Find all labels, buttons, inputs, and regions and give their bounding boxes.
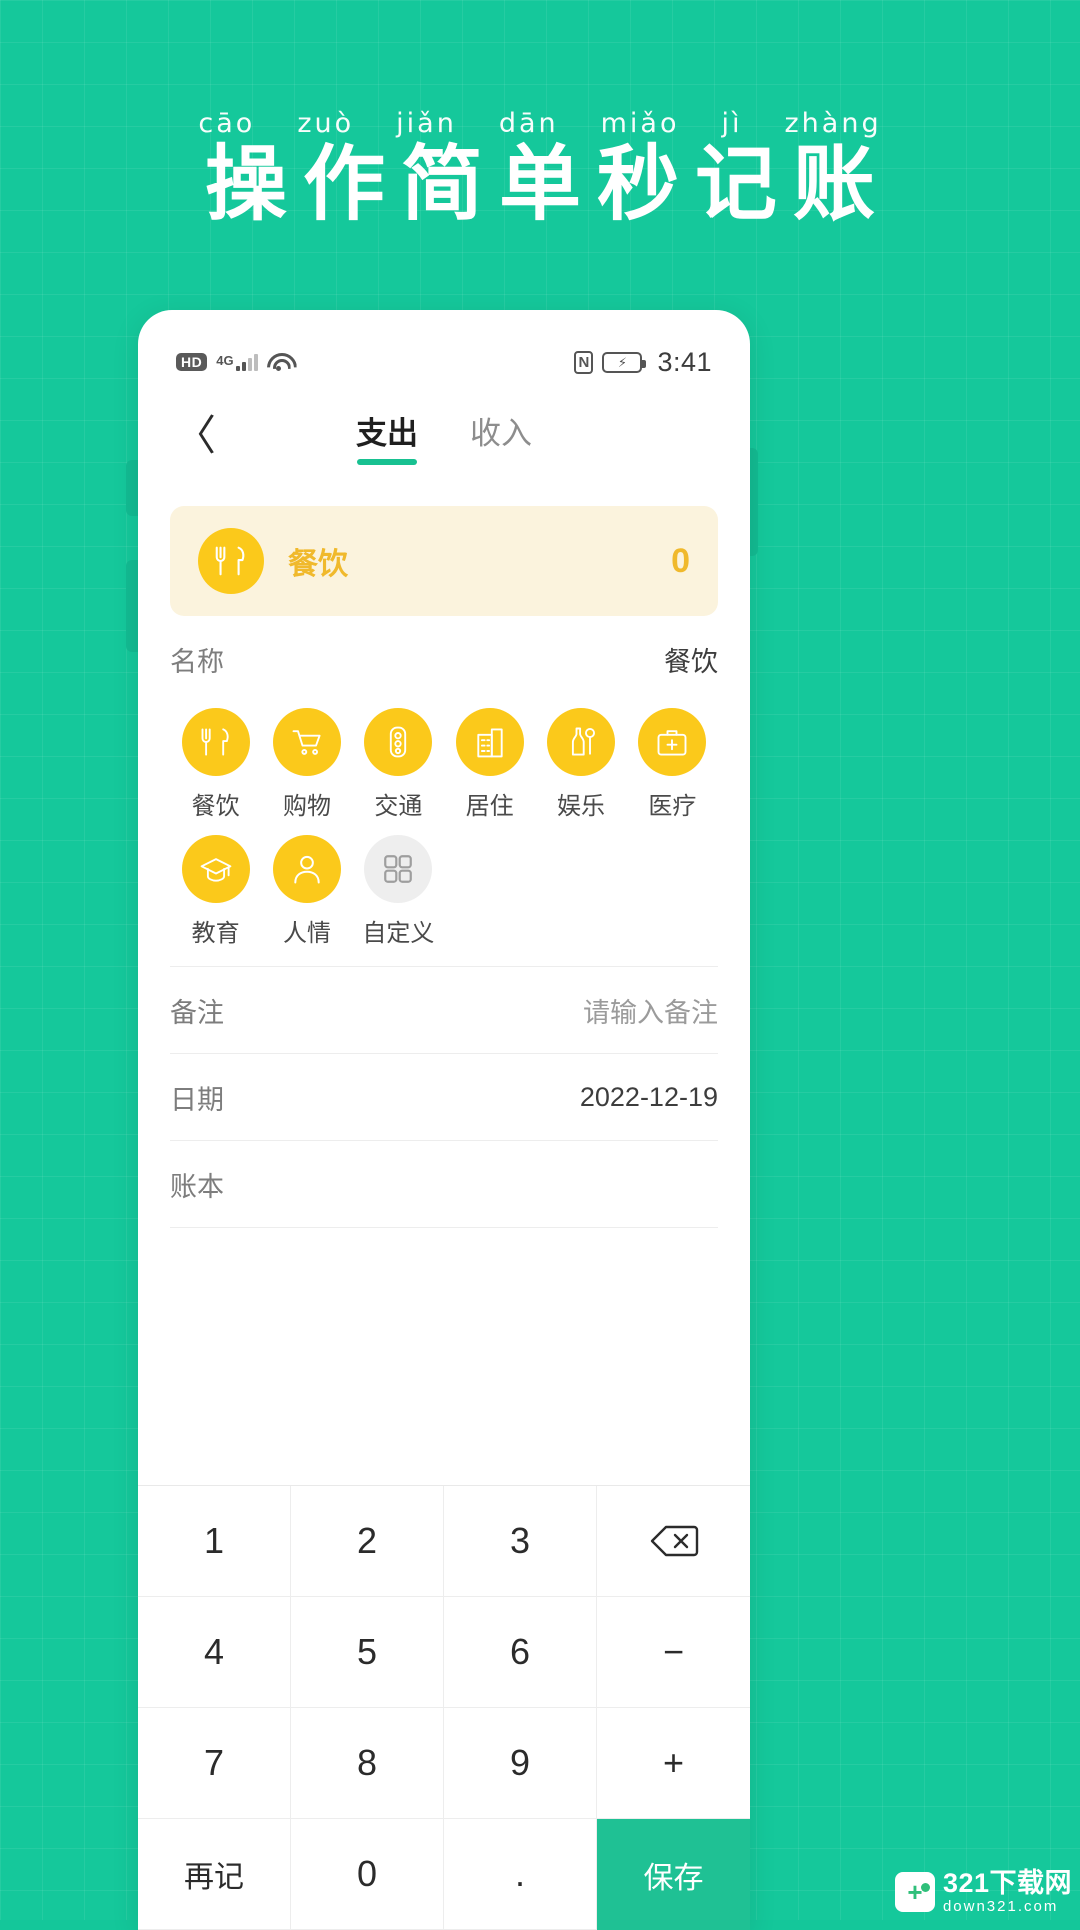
category-label: 餐饮: [191, 793, 240, 820]
remark-value[interactable]: 请输入备注: [583, 991, 718, 1030]
category-item-medical[interactable]: 医疗: [627, 708, 718, 821]
remark-label: 备注: [170, 997, 224, 1028]
grid-squares-icon: [364, 835, 433, 903]
key-0[interactable]: 0: [291, 1819, 444, 1930]
backspace-icon: [649, 1524, 699, 1558]
pinyin-syllable: jiǎn: [396, 108, 457, 139]
key-minus[interactable]: −: [597, 1597, 750, 1708]
watermark-subtitle: down321.com: [942, 1898, 1059, 1915]
category-label: 医疗: [648, 793, 697, 820]
entertainment-icon: [546, 708, 615, 776]
key-3[interactable]: 3: [444, 1486, 597, 1597]
category-item-social[interactable]: 人情: [261, 835, 352, 948]
key-7[interactable]: 7: [138, 1708, 291, 1819]
hd-icon: HD: [176, 353, 208, 371]
remark-row[interactable]: 备注 请输入备注: [170, 967, 718, 1053]
date-value[interactable]: 2022-12-19: [580, 1082, 718, 1113]
date-row[interactable]: 日期 2022-12-19: [170, 1054, 718, 1140]
category-label: 交通: [374, 793, 423, 820]
promo-title: 操作简单秒记账: [204, 137, 891, 232]
key-8[interactable]: 8: [291, 1708, 444, 1819]
amount-card-category: 餐饮: [288, 548, 348, 581]
pinyin-syllable: dān: [498, 108, 559, 139]
key-record-again[interactable]: 再记: [138, 1819, 291, 1930]
category-label: 教育: [191, 920, 240, 947]
category-label: 自定义: [362, 920, 435, 947]
status-bar-clock: 3:41: [657, 346, 712, 377]
medical-kit-icon: [638, 708, 707, 776]
watermark: + 321下载网 down321.com: [894, 1868, 1072, 1915]
category-item-custom[interactable]: 自定义: [353, 835, 444, 948]
key-4[interactable]: 4: [138, 1597, 291, 1708]
traffic-light-icon: [364, 708, 433, 776]
pinyin-row: cāo zuò jiǎn dān miǎo jì zhàng: [0, 108, 1080, 139]
tab-expense[interactable]: 支出: [356, 408, 418, 465]
key-9[interactable]: 9: [444, 1708, 597, 1819]
category-item-dining[interactable]: 餐饮: [170, 708, 261, 821]
name-row-value: 餐饮: [664, 646, 718, 677]
key-5[interactable]: 5: [291, 1597, 444, 1708]
divider: [170, 1227, 718, 1228]
shopping-cart-icon: [272, 708, 341, 776]
amount-card[interactable]: 餐饮 0: [170, 506, 718, 616]
key-1[interactable]: 1: [138, 1486, 291, 1597]
key-decimal[interactable]: .: [444, 1819, 597, 1930]
category-item-shopping[interactable]: 购物: [261, 708, 352, 821]
category-item-entertainment[interactable]: 娱乐: [535, 708, 626, 821]
ledger-label: 账本: [170, 1171, 224, 1202]
status-bar: HD 4G ⚡ 3:41: [138, 310, 750, 388]
ledger-row[interactable]: 账本: [170, 1141, 718, 1227]
category-item-housing[interactable]: 居住: [444, 708, 535, 821]
key-2[interactable]: 2: [291, 1486, 444, 1597]
network-type-label: 4G: [216, 352, 234, 368]
pinyin-syllable: cāo: [198, 108, 256, 139]
numeric-keypad: 1 2 3 4 5 6 − 7 8 9 + 再记 0 . 保存: [138, 1485, 750, 1930]
promo-headline-block: cāo zuò jiǎn dān miǎo jì zhàng 操作简单秒记账: [0, 108, 1080, 230]
name-row-label: 名称: [170, 646, 224, 677]
key-plus[interactable]: +: [597, 1708, 750, 1819]
pinyin-syllable: jì: [721, 108, 743, 139]
name-row[interactable]: 名称 餐饮: [170, 616, 718, 702]
dining-icon: [198, 528, 264, 594]
graduation-cap-icon: [181, 835, 250, 903]
navigation-bar: 〈 支出 收入: [138, 388, 750, 484]
amount-value: 0: [671, 541, 690, 580]
date-label: 日期: [170, 1084, 224, 1115]
key-backspace[interactable]: [597, 1486, 750, 1597]
pinyin-syllable: zuò: [297, 108, 355, 139]
category-item-education[interactable]: 教育: [170, 835, 261, 948]
category-item-transport[interactable]: 交通: [353, 708, 444, 821]
key-6[interactable]: 6: [444, 1597, 597, 1708]
person-icon: [272, 835, 341, 903]
watermark-title: 321下载网: [942, 1868, 1072, 1898]
tab-income[interactable]: 收入: [470, 408, 532, 465]
tab-bar: 支出 收入: [138, 408, 750, 465]
category-label: 人情: [282, 920, 331, 947]
category-label: 娱乐: [556, 793, 605, 820]
building-icon: [455, 708, 524, 776]
pinyin-syllable: zhàng: [784, 108, 882, 139]
wifi-icon: [267, 353, 291, 371]
cellular-signal-icon: 4G: [216, 352, 258, 371]
key-save[interactable]: 保存: [597, 1819, 750, 1930]
category-label: 购物: [282, 793, 331, 820]
pinyin-syllable: miǎo: [600, 108, 680, 139]
battery-charging-icon: ⚡: [602, 351, 647, 373]
category-grid: 餐饮 购物 交通 居住 娱乐 医疗 教育 人情 自定义: [170, 708, 718, 966]
nfc-icon: [574, 350, 594, 374]
phone-mockup: HD 4G ⚡ 3:41 〈 支出 收入: [138, 310, 750, 1930]
category-label: 居住: [465, 793, 514, 820]
plus-logo-icon: +: [894, 1872, 935, 1912]
dining-icon: [181, 708, 250, 776]
